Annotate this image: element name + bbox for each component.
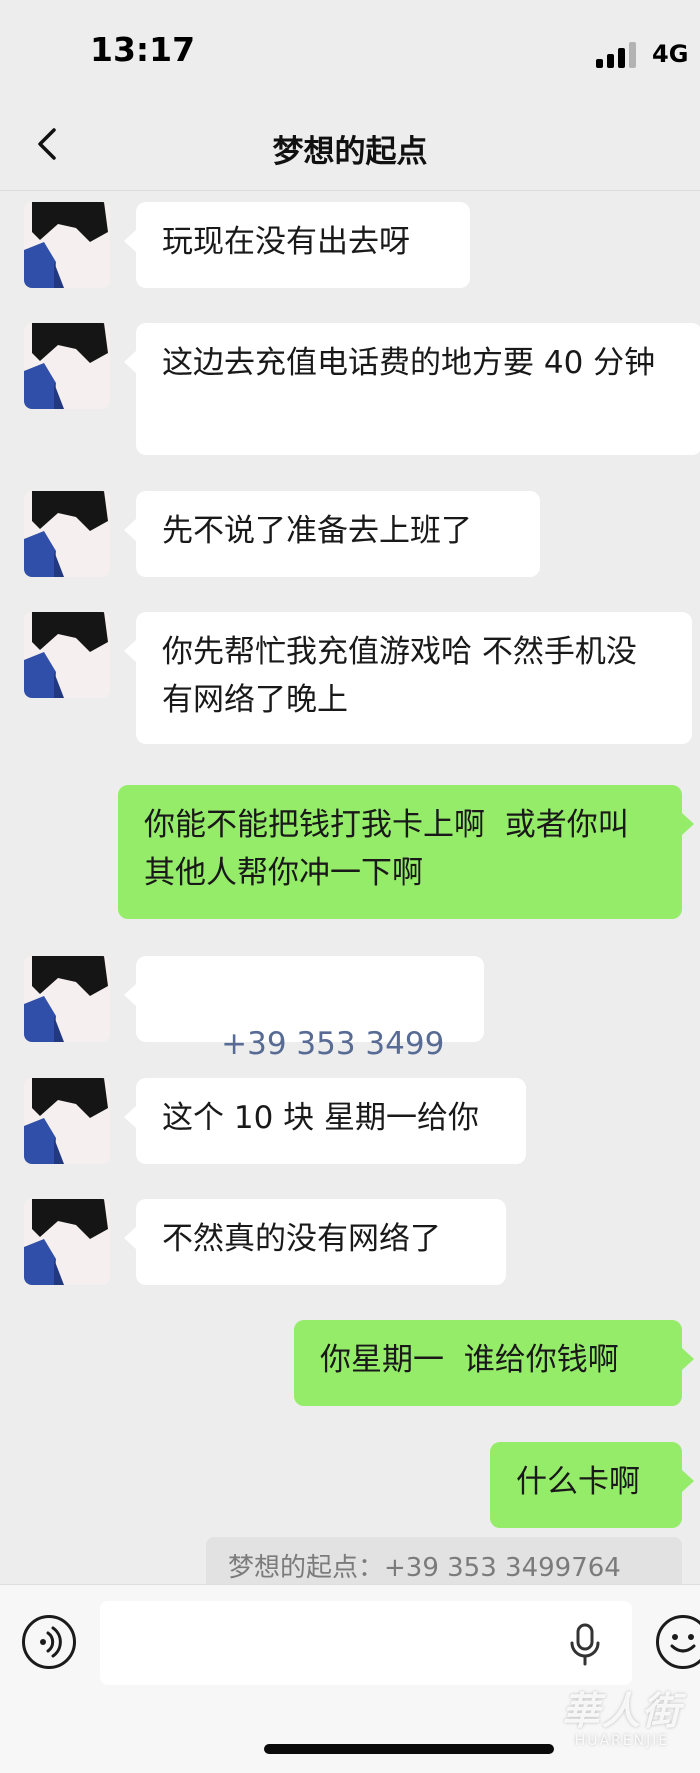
watermark-logo: 華人街 HUARENJIE [548, 1680, 696, 1768]
contact-avatar[interactable] [24, 612, 110, 698]
message-bubble[interactable]: 这个 10 块 星期一给你 [124, 1078, 526, 1164]
contact-avatar[interactable] [24, 323, 110, 409]
watermark-subtext: HUARENJIE [574, 1733, 670, 1749]
message-input[interactable] [100, 1601, 632, 1685]
status-bar: 13:17 4G [0, 0, 700, 100]
quoted-message-preview[interactable]: 梦想的起点：+39 353 3499764 [206, 1537, 682, 1585]
message-bubble[interactable]: 你星期一 谁给你钱啊 [294, 1320, 694, 1406]
contact-avatar[interactable] [24, 1199, 110, 1285]
contact-avatar[interactable] [24, 202, 110, 288]
chat-header: 梦想的起点 [0, 100, 700, 191]
network-type: 4G [652, 40, 689, 68]
contact-avatar[interactable] [24, 1078, 110, 1164]
voice-icon[interactable] [22, 1615, 76, 1669]
emoji-icon[interactable] [656, 1615, 700, 1669]
contact-avatar[interactable] [24, 956, 110, 1042]
message-list[interactable]: 玩现在没有出去呀 这边去充值电话费的地方要 40 分钟 先不说了准备去上班了 你… [0, 191, 700, 1581]
status-time: 13:17 [90, 30, 196, 69]
chat-title: 梦想的起点 [272, 134, 428, 170]
message-bubble[interactable]: 你先帮忙我充值游戏哈 不然手机没有网络了晚上 [124, 612, 692, 744]
message-bubble[interactable]: 这边去充值电话费的地方要 40 分钟 [124, 323, 700, 455]
mic-icon[interactable] [568, 1623, 602, 1667]
home-indicator [264, 1744, 554, 1754]
message-bubble[interactable]: 什么卡啊 [490, 1442, 694, 1528]
message-bubble[interactable]: 先不说了准备去上班了 [124, 491, 540, 577]
contact-avatar[interactable] [24, 491, 110, 577]
message-bubble[interactable]: 玩现在没有出去呀 [124, 202, 470, 288]
message-bubble[interactable]: +39 353 3499764 [124, 956, 484, 1110]
watermark-text: 華人街 [561, 1689, 682, 1733]
message-bubble[interactable]: 你能不能把钱打我卡上啊 或者你叫其他人帮你冲一下啊 [118, 785, 694, 919]
message-bubble[interactable]: 不然真的没有网络了 [124, 1199, 506, 1285]
signal-strength-icon [596, 40, 642, 68]
